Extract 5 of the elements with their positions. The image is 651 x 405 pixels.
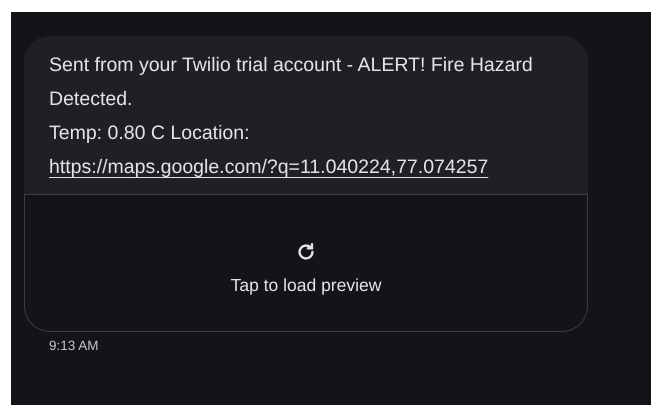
timestamp: 9:13 AM: [49, 338, 99, 353]
message-text: Temp: 0.80 C Location:: [49, 121, 251, 146]
map-link[interactable]: https://maps.google.com/?q=11.040224,77.074257: [49, 150, 489, 184]
message-text: Sent from your Twilio trial account - ALERT! Fire Hazard Detected.: [49, 53, 534, 112]
load-preview-button[interactable]: Tap to load preview: [24, 194, 588, 332]
